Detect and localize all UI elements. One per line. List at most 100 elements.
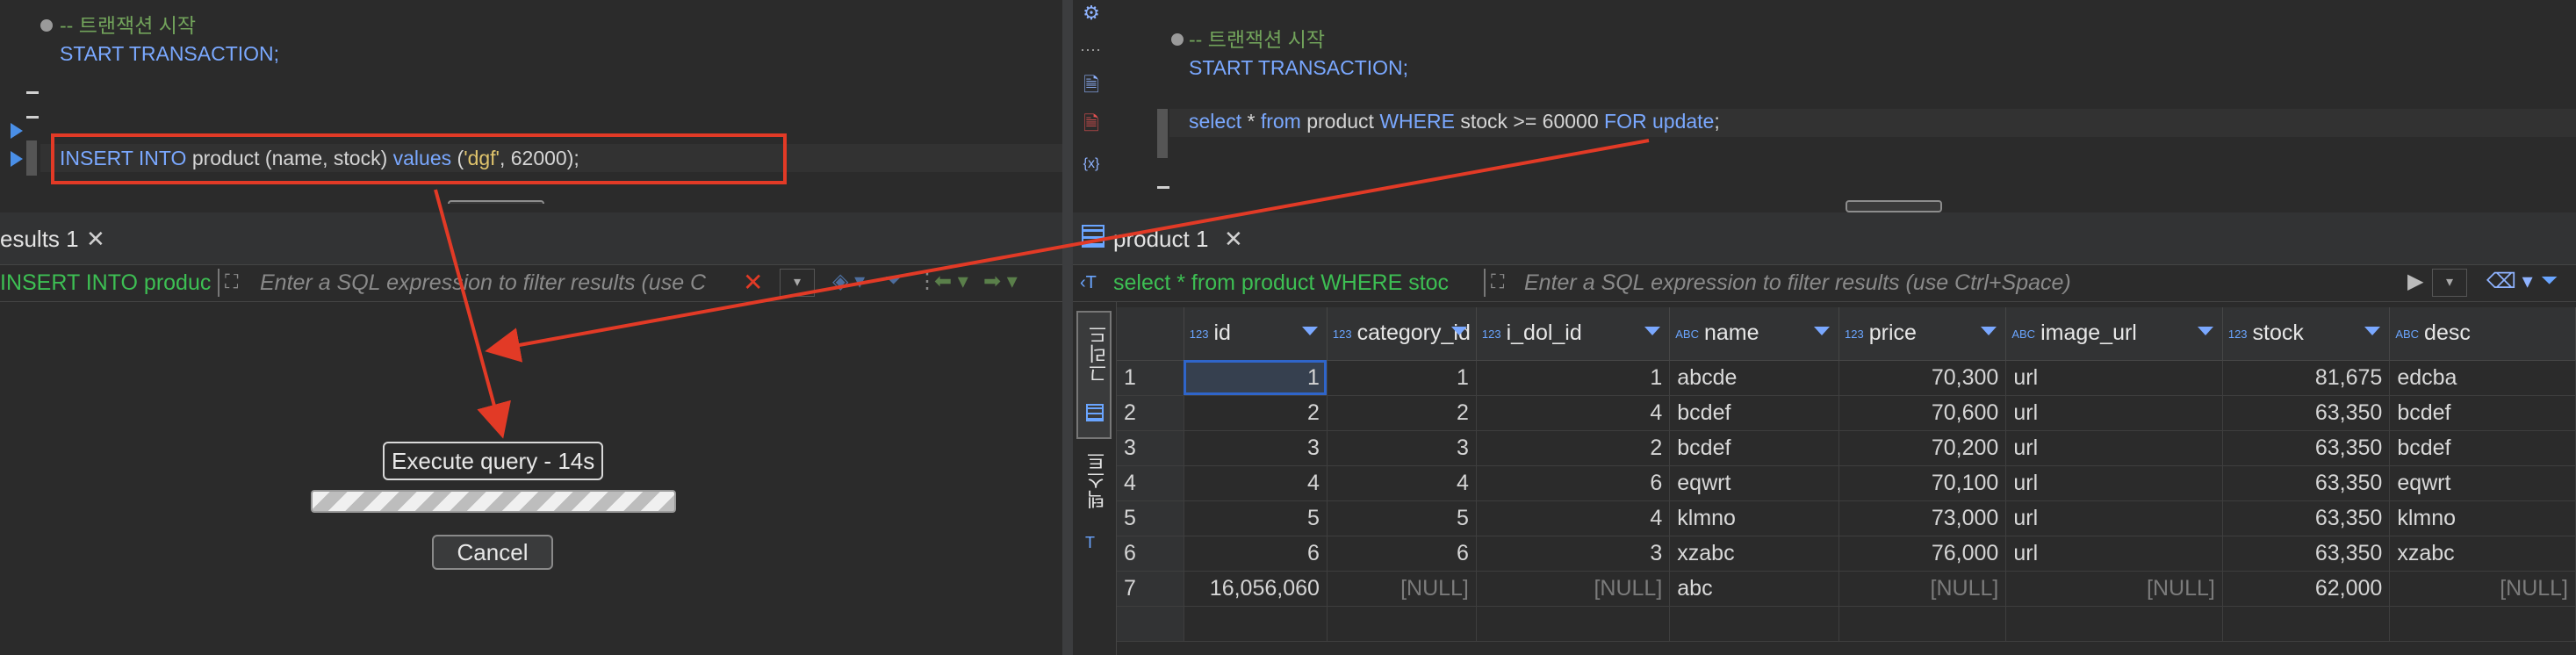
table-cell[interactable]: 70,200 [1838,430,2007,466]
query-preview[interactable]: select * from product WHERE stoc [1113,267,1508,299]
close-icon[interactable]: ✕ [86,221,105,256]
table-row[interactable]: 3 3 3 2 bcdef 70,200 url 63,350 bcdef [1117,430,2576,466]
table-cell[interactable]: klmno [1669,500,1840,536]
table-cell[interactable]: 73,000 [1838,500,2007,536]
table-cell[interactable]: 3 [1184,430,1328,466]
table-cell[interactable]: eqwrt [1669,465,1840,501]
gear-icon[interactable]: ⚙ [1080,2,1103,25]
table-cell[interactable]: url [2005,430,2223,466]
funnel-icon[interactable]: ⏷ [885,269,902,293]
more-dots-icon[interactable]: ···· [1080,40,1101,59]
table-cell[interactable]: 63,350 [2222,536,2391,572]
table-cell[interactable]: 2 [1327,395,1477,431]
chevron-down-icon[interactable]: ▾ [2432,269,2467,297]
table-row[interactable]: 7 16,056,060 [NULL] [NULL] abc [NULL] [NULL] 62… [1117,571,2576,607]
funnel-icon[interactable]: ⏷ [2541,269,2558,293]
variables-icon[interactable]: {x} [1080,153,1103,176]
table-cell[interactable]: bcdef [1669,395,1840,431]
table-cell[interactable]: 81,675 [2222,360,2391,396]
table-cell[interactable]: 5 [1327,500,1477,536]
table-cell[interactable]: [NULL] [2389,571,2576,607]
column-header[interactable]: ABC name [1669,307,1840,361]
sort-icon[interactable] [1450,327,1467,335]
table-row[interactable]: 4 4 4 6 eqwrt 70,100 url 63,350 eqwrt [1117,465,2576,501]
results-tab[interactable]: product 1 [1113,221,1208,256]
left-sql-editor[interactable]: -- 트랜잭션 시작 START TRANSACTION; INSERT INT… [0,0,1062,204]
sort-icon[interactable] [2197,327,2213,335]
table-cell[interactable]: url [2005,395,2223,431]
run-marker-icon[interactable] [11,123,23,139]
table-cell[interactable]: url [2005,465,2223,501]
table-cell[interactable]: edcba [2389,360,2576,396]
column-header[interactable]: ABC image_url [2005,307,2223,361]
table-cell[interactable]: 4 [1476,500,1671,536]
table-cell[interactable]: [NULL] [2005,571,2223,607]
tab-grid[interactable]: 그리드 [1076,311,1112,439]
column-header[interactable]: 123 i_dol_id [1476,307,1671,361]
filter-input[interactable]: Enter a SQL expression to filter results… [1524,267,2227,299]
split-handle[interactable] [1846,200,1942,212]
run-marker-icon[interactable] [11,151,23,167]
table-cell[interactable]: 6 [1327,536,1477,572]
table-cell[interactable]: 62,000 [2222,571,2391,607]
pane-divider[interactable] [1062,0,1073,655]
chevron-down-icon[interactable]: ▾ [780,269,815,297]
table-cell[interactable]: 1 [1476,360,1671,396]
column-header[interactable]: 123 price [1838,307,2007,361]
table-cell[interactable]: bcdef [2389,395,2576,431]
eraser-icon[interactable]: ⌫ ▾ [2486,269,2533,294]
table-cell[interactable]: [NULL] [1838,571,2007,607]
sort-icon[interactable] [1981,327,1997,335]
table-cell[interactable]: 70,100 [1838,465,2007,501]
table-cell[interactable]: abcde [1669,360,1840,396]
table-cell[interactable]: 4 [1184,465,1328,501]
column-header[interactable]: ABC desc [2389,307,2576,361]
results-tab[interactable]: esults 1 [0,221,79,256]
forward-arrow-icon[interactable]: ➡ ▾ [983,269,1018,294]
table-cell[interactable]: 76,000 [1838,536,2007,572]
sort-icon[interactable] [1644,327,1661,335]
table-row[interactable]: 1 1 1 1 abcde 70,300 url 81,675 edcba [1117,360,2576,396]
table-cell[interactable]: 1 [1184,360,1328,396]
table-cell[interactable]: bcdef [2389,430,2576,466]
new-script-icon[interactable]: 🗎 [1080,74,1103,97]
table-cell[interactable]: 3 [1476,536,1671,572]
table-cell[interactable]: bcdef [1669,430,1840,466]
table-cell[interactable]: 4 [1476,395,1671,431]
table-cell[interactable]: 63,350 [2222,500,2391,536]
table-cell[interactable]: url [2005,360,2223,396]
table-cell[interactable]: 6 [1476,465,1671,501]
table-cell[interactable]: 2 [1476,430,1671,466]
fold-icon[interactable] [1171,33,1184,46]
table-cell[interactable]: 4 [1327,465,1477,501]
table-cell[interactable]: 1 [1327,360,1477,396]
table-cell[interactable]: abc [1669,571,1840,607]
sort-icon[interactable] [1301,327,1318,335]
table-cell[interactable]: 5 [1184,500,1328,536]
table-cell[interactable]: eqwrt [2389,465,2576,501]
table-cell[interactable]: xzabc [2389,536,2576,572]
filter-input[interactable]: Enter a SQL expression to filter results… [260,267,734,299]
table-cell[interactable]: 3 [1327,430,1477,466]
table-row[interactable]: 6 6 6 3 xzabc 76,000 url 63,350 xzabc [1117,536,2576,572]
table-cell[interactable]: 16,056,060 [1184,571,1328,607]
split-handle[interactable] [448,200,544,204]
table-cell[interactable]: 63,350 [2222,395,2391,431]
table-cell[interactable]: 63,350 [2222,465,2391,501]
table-cell[interactable]: xzabc [1669,536,1840,572]
tab-text[interactable]: 텍스트 T [1076,451,1112,565]
table-cell[interactable]: klmno [2389,500,2576,536]
table-cell[interactable]: 63,350 [2222,430,2391,466]
results-grid[interactable]: 123 id 123 category_id 123 i_dol_id ABC name… [1117,307,2576,655]
table-cell[interactable]: 2 [1184,395,1328,431]
table-cell[interactable]: [NULL] [1476,571,1671,607]
back-arrow-icon[interactable]: ⬅ ▾ [934,269,968,294]
table-cell[interactable]: 70,600 [1838,395,2007,431]
table-row[interactable]: 2 2 2 4 bcdef 70,600 url 63,350 bcdef [1117,395,2576,431]
expand-icon[interactable]: ⛶ [1491,270,1504,293]
column-header[interactable]: 123 stock [2222,307,2391,361]
table-cell[interactable]: url [2005,536,2223,572]
query-preview[interactable]: INSERT INTO product [0,267,211,299]
fold-icon[interactable] [40,19,53,32]
select-for-update-statement[interactable]: select * from product WHERE stock >= 600… [1189,108,1720,134]
